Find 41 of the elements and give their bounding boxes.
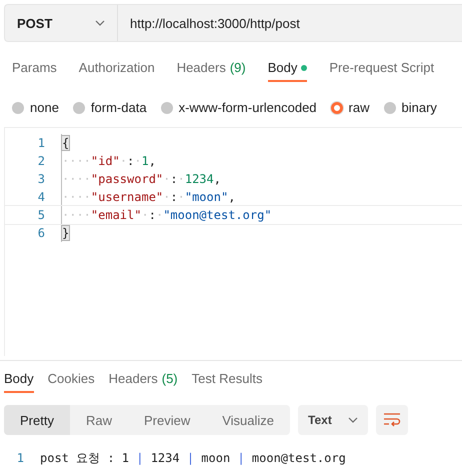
line-number: 4 [36,190,46,204]
chevron-down-icon [95,20,105,26]
request-tab[interactable]: Authorization [78,60,155,82]
response-tab[interactable]: Test Results [192,371,262,393]
response-tab[interactable]: Body [4,371,34,393]
response-tab[interactable]: Headers (5) [108,371,178,393]
request-tab[interactable]: Params [12,60,57,82]
view-mode-button[interactable]: Pretty [4,405,70,435]
response-text: post 요청 : 1 | 1234 | moon | moon@test.org [40,450,346,466]
request-tab[interactable]: Headers (9) [176,60,246,82]
view-mode-button[interactable]: Visualize [206,405,290,435]
view-mode-button[interactable]: Raw [70,405,128,435]
body-type-radio[interactable]: binary [384,100,437,115]
code-line: ····"email"·:·"moon@test.org" [61,206,272,224]
body-type-radio[interactable]: raw [330,100,370,115]
body-type-radio[interactable]: none [12,100,59,115]
line-number: 5 [36,208,46,222]
line-number: 1 [36,136,46,150]
code-editor[interactable]: 1 { 2 ····"id"·:·1, 3 ····"password"·:·1234, 4 ····"username"·:·"moon", 5 ····"email"·:·"moon@test.org" 6 } [4,127,462,356]
status-dot [301,64,308,70]
line-number: 2 [36,154,46,168]
response-tab[interactable]: Cookies [48,371,95,393]
method-dropdown[interactable]: POST [4,4,118,42]
line-number: 1 [16,451,25,465]
code-line: ····"password"·:·1234, [61,170,221,188]
format-dropdown[interactable]: Text [298,405,368,435]
url-field[interactable]: http://localhost:3000/http/post [118,4,462,42]
code-line: } [61,224,70,242]
request-tab[interactable]: Pre-request Script [329,60,434,82]
code-line: { [61,134,70,152]
wrap-button[interactable] [376,405,408,435]
view-mode-button[interactable]: Preview [128,405,206,435]
code-line: ····"id"·:·1, [61,152,156,170]
code-line: ····"username"·:·"moon", [61,188,236,206]
body-type-radio[interactable]: x-www-form-urlencoded [160,100,317,115]
request-tab[interactable]: Body [268,60,308,82]
chevron-down-icon [348,417,358,423]
body-type-radio[interactable]: form-data [72,100,147,115]
line-number: 3 [36,172,46,186]
wrap-lines-icon [383,413,402,427]
line-number: 6 [36,226,46,240]
